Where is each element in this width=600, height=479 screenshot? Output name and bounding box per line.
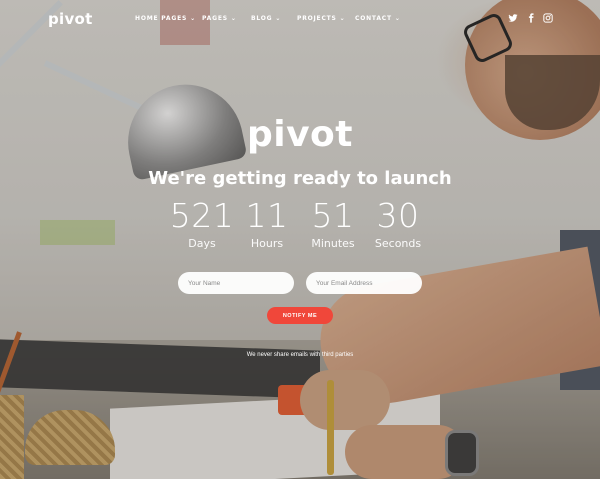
nav-item-contact[interactable]: CONTACT ⌄	[355, 15, 401, 22]
privacy-note: We never share emails with third parties	[246, 352, 354, 358]
nav-item-label: BLOG	[251, 15, 273, 22]
chevron-down-icon: ⌄	[190, 15, 196, 22]
brand-logo: pivot	[246, 114, 354, 155]
nav-item-label: CONTACT	[355, 15, 392, 22]
facebook-icon[interactable]	[526, 13, 536, 23]
name-field[interactable]	[178, 272, 294, 294]
nav-item-label: PROJECTS	[297, 15, 337, 22]
nav-item-label: HOME PAGES	[135, 15, 188, 22]
top-navigation: pivot HOME PAGES ⌄ PAGES ⌄ BLOG ⌄ PROJECTS ⌄…	[0, 0, 600, 40]
countdown-value: 30	[376, 196, 420, 235]
page-title: We're getting ready to launch	[148, 168, 452, 189]
email-field[interactable]	[306, 272, 422, 294]
nav-item-projects[interactable]: PROJECTS ⌄	[297, 15, 346, 22]
chevron-down-icon: ⌄	[394, 15, 401, 22]
chevron-down-icon: ⌄	[339, 15, 346, 22]
notify-me-button[interactable]: NOTIFY ME	[267, 307, 333, 324]
twitter-icon[interactable]	[508, 13, 518, 23]
instagram-icon[interactable]	[543, 13, 553, 23]
nav-item-label: PAGES	[202, 15, 228, 22]
nav-item-home-pages[interactable]: HOME PAGES ⌄	[135, 15, 196, 22]
countdown-label: Seconds	[374, 237, 422, 250]
countdown-seconds: 30 Seconds	[358, 196, 438, 250]
nav-item-pages[interactable]: PAGES ⌄	[202, 15, 237, 22]
nav-item-blog[interactable]: BLOG ⌄	[251, 15, 281, 22]
chevron-down-icon: ⌄	[230, 15, 237, 22]
nav-logo[interactable]: pivot	[48, 10, 93, 28]
chevron-down-icon: ⌄	[275, 15, 282, 22]
